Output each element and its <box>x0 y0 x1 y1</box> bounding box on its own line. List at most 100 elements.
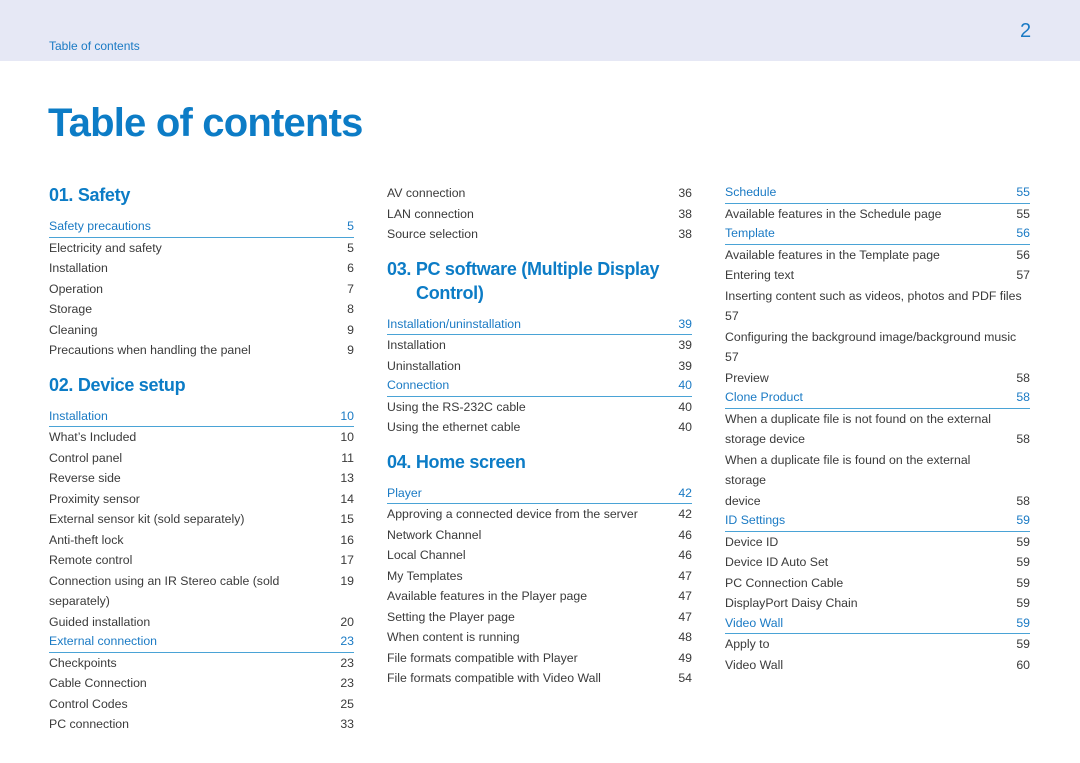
toc-subsection-link[interactable]: External connection 23 <box>49 632 354 653</box>
toc-subsection-link[interactable]: Installation/uninstallation 39 <box>387 315 692 335</box>
toc-entry-link[interactable]: Anti-theft lock 16 <box>49 530 354 551</box>
toc-entry-label-line: When a duplicate file is found on the ex… <box>725 452 971 488</box>
toc-entry-link[interactable]: Checkpoints 23 <box>49 653 354 674</box>
toc-entry-link[interactable]: Connection using an IR Stereo cable (sol… <box>49 571 354 612</box>
toc-entry-link[interactable]: Approving a connected device from the se… <box>387 504 692 525</box>
toc-entry-label: Setting the Player page <box>387 609 515 624</box>
section-heading-text: 02. Device setup <box>49 374 186 395</box>
toc-entry-link[interactable]: Reverse side 13 <box>49 468 354 489</box>
toc-page-number: 59 <box>1016 513 1030 527</box>
toc-entry-link[interactable]: Electricity and safety 5 <box>49 238 354 259</box>
toc-entry-label: Electricity and safety <box>49 240 162 255</box>
toc-entry-link[interactable]: External sensor kit (sold separately) 15 <box>49 509 354 530</box>
toc-entry-label: Device ID Auto Set <box>725 555 829 569</box>
toc-entry-link[interactable]: When content is running 48 <box>387 627 692 648</box>
toc-entry-link[interactable]: Control panel 11 <box>49 448 354 469</box>
toc-entry-link[interactable]: AV connection 36 <box>387 183 692 204</box>
toc-entry-label: Video Wall <box>725 657 784 672</box>
toc-entry-link[interactable]: Cable Connection 23 <box>49 673 354 694</box>
toc-entry-link[interactable]: Setting the Player page 47 <box>387 607 692 628</box>
toc-entry-link[interactable]: Local Channel 46 <box>387 545 692 566</box>
toc-entry-link[interactable]: Source selection 38 <box>387 224 692 245</box>
toc-entry-link[interactable]: My Templates 47 <box>387 566 692 587</box>
toc-subsection-link[interactable]: Template 56 <box>725 224 1030 245</box>
toc-entry-label: Using the RS-232C cable <box>387 399 526 414</box>
toc-entry-link[interactable]: File formats compatible with Player 49 <box>387 648 692 669</box>
toc-entry-link[interactable]: Device ID 59 <box>725 532 1030 553</box>
toc-entry-label: Device ID <box>725 534 779 549</box>
toc-entry-link[interactable]: When a duplicate file is found on the ex… <box>725 450 1030 512</box>
toc-entry-label: Approving a connected device from the se… <box>387 507 638 521</box>
toc-page-number: 49 <box>678 650 692 665</box>
toc-entry-label: When a duplicate file is not found on th… <box>725 409 1014 450</box>
toc-entry-link[interactable]: Available features in the Player page 47 <box>387 586 692 607</box>
toc-entry-link[interactable]: Installation 39 <box>387 335 692 356</box>
toc-entry-label: Installation <box>49 261 108 275</box>
toc-page-number: 40 <box>678 399 692 414</box>
toc-entry-label: Reverse side <box>49 471 121 485</box>
section-heading[interactable]: 01. Safety <box>49 183 354 207</box>
toc-page-number: 25 <box>340 696 354 711</box>
toc-page-number: 14 <box>340 491 354 506</box>
toc-entry-link[interactable]: Available features in the Schedule page 5… <box>725 204 1030 225</box>
toc-entry-link[interactable]: Storage 8 <box>49 299 354 320</box>
toc-entry-link[interactable]: Entering text 57 <box>725 265 1030 286</box>
section-heading[interactable]: 03. PC software (Multiple Display Control… <box>387 257 692 305</box>
toc-entry-link[interactable]: When a duplicate file is not found on th… <box>725 409 1030 450</box>
toc-page-number: 46 <box>678 548 692 562</box>
toc-entry-link[interactable]: Uninstallation 39 <box>387 356 692 377</box>
toc-entry-link[interactable]: Preview 58 <box>725 368 1030 389</box>
toc-entry-link[interactable]: Installation 6 <box>49 258 354 279</box>
toc-column-3: Schedule 55 Available features in the Sche… <box>725 183 1030 675</box>
toc-entry-label: Video Wall <box>725 615 784 630</box>
toc-entry-link[interactable]: Available features in the Template page 5… <box>725 245 1030 266</box>
toc-entry-link[interactable]: Apply to 59 <box>725 634 1030 655</box>
toc-entry-link[interactable]: Network Channel 46 <box>387 525 692 546</box>
toc-entry-link[interactable]: What’s Included 10 <box>49 427 354 448</box>
toc-entry-label-line: Configuring the background image/backgro… <box>725 329 1017 344</box>
toc-column-1: 01. Safety Safety precautions 5 Electricity… <box>49 183 354 735</box>
breadcrumb[interactable]: Table of contents <box>49 39 140 53</box>
toc-page-number: 23 <box>340 655 354 670</box>
toc-entry-link[interactable]: LAN connection 38 <box>387 204 692 225</box>
toc-subsection-link[interactable]: Installation 10 <box>49 407 354 427</box>
toc-page-number: 20 <box>340 614 354 629</box>
toc-entry-link[interactable]: Inserting content such as videos, photos… <box>725 286 1030 327</box>
toc-entry-label: Safety precautions <box>49 219 151 233</box>
toc-subsection-link[interactable]: Safety precautions 5 <box>49 217 354 238</box>
toc-entry-link[interactable]: Configuring the background image/backgro… <box>725 327 1030 368</box>
toc-entry-link[interactable]: PC Connection Cable 59 <box>725 573 1030 594</box>
toc-column-2: AV connection 36 LAN connection 38 Source se… <box>387 183 692 689</box>
toc-page-number: 55 <box>1016 206 1030 221</box>
toc-subsection-link[interactable]: Schedule 55 <box>725 183 1030 204</box>
toc-entry-label: AV connection <box>387 186 466 200</box>
toc-entry-link[interactable]: Remote control 17 <box>49 550 354 571</box>
toc-subsection-link[interactable]: ID Settings 59 <box>725 511 1030 532</box>
toc-subsection-link[interactable]: Connection 40 <box>387 376 692 397</box>
toc-entry-link[interactable]: Guided installation 20 <box>49 612 354 633</box>
section-heading[interactable]: 02. Device setup <box>49 373 354 397</box>
section-heading[interactable]: 04. Home screen <box>387 450 692 474</box>
toc-subsection-link[interactable]: Player 42 <box>387 484 692 504</box>
toc-entry-link[interactable]: File formats compatible with Video Wall 5… <box>387 668 692 689</box>
toc-page-number: 59 <box>1016 596 1030 610</box>
toc-entry-label: Using the ethernet cable <box>387 420 521 434</box>
toc-entry-label: Anti-theft lock <box>49 532 124 547</box>
toc-entry-link[interactable]: Cleaning 9 <box>49 320 354 341</box>
toc-page-number: 59 <box>1016 534 1030 549</box>
toc-entry-link[interactable]: Using the RS-232C cable 40 <box>387 397 692 418</box>
toc-subsection-link[interactable]: Clone Product 58 <box>725 388 1030 409</box>
toc-entry-link[interactable]: PC connection 33 <box>49 714 354 735</box>
section-heading-text: 04. Home screen <box>387 451 526 472</box>
toc-entry-link[interactable]: Proximity sensor 14 <box>49 489 354 510</box>
toc-entry-link[interactable]: Using the ethernet cable 40 <box>387 417 692 438</box>
toc-entry-link[interactable]: Precautions when handling the panel 9 <box>49 340 354 361</box>
toc-entry-link[interactable]: Video Wall 60 <box>725 655 1030 676</box>
toc-entry-link[interactable]: Device ID Auto Set 59 <box>725 552 1030 573</box>
toc-entry-link[interactable]: Control Codes 25 <box>49 694 354 715</box>
toc-subsection-link[interactable]: Video Wall 59 <box>725 614 1030 634</box>
toc-entry-link[interactable]: DisplayPort Daisy Chain 59 <box>725 593 1030 614</box>
toc-entry-link[interactable]: Operation 7 <box>49 279 354 300</box>
